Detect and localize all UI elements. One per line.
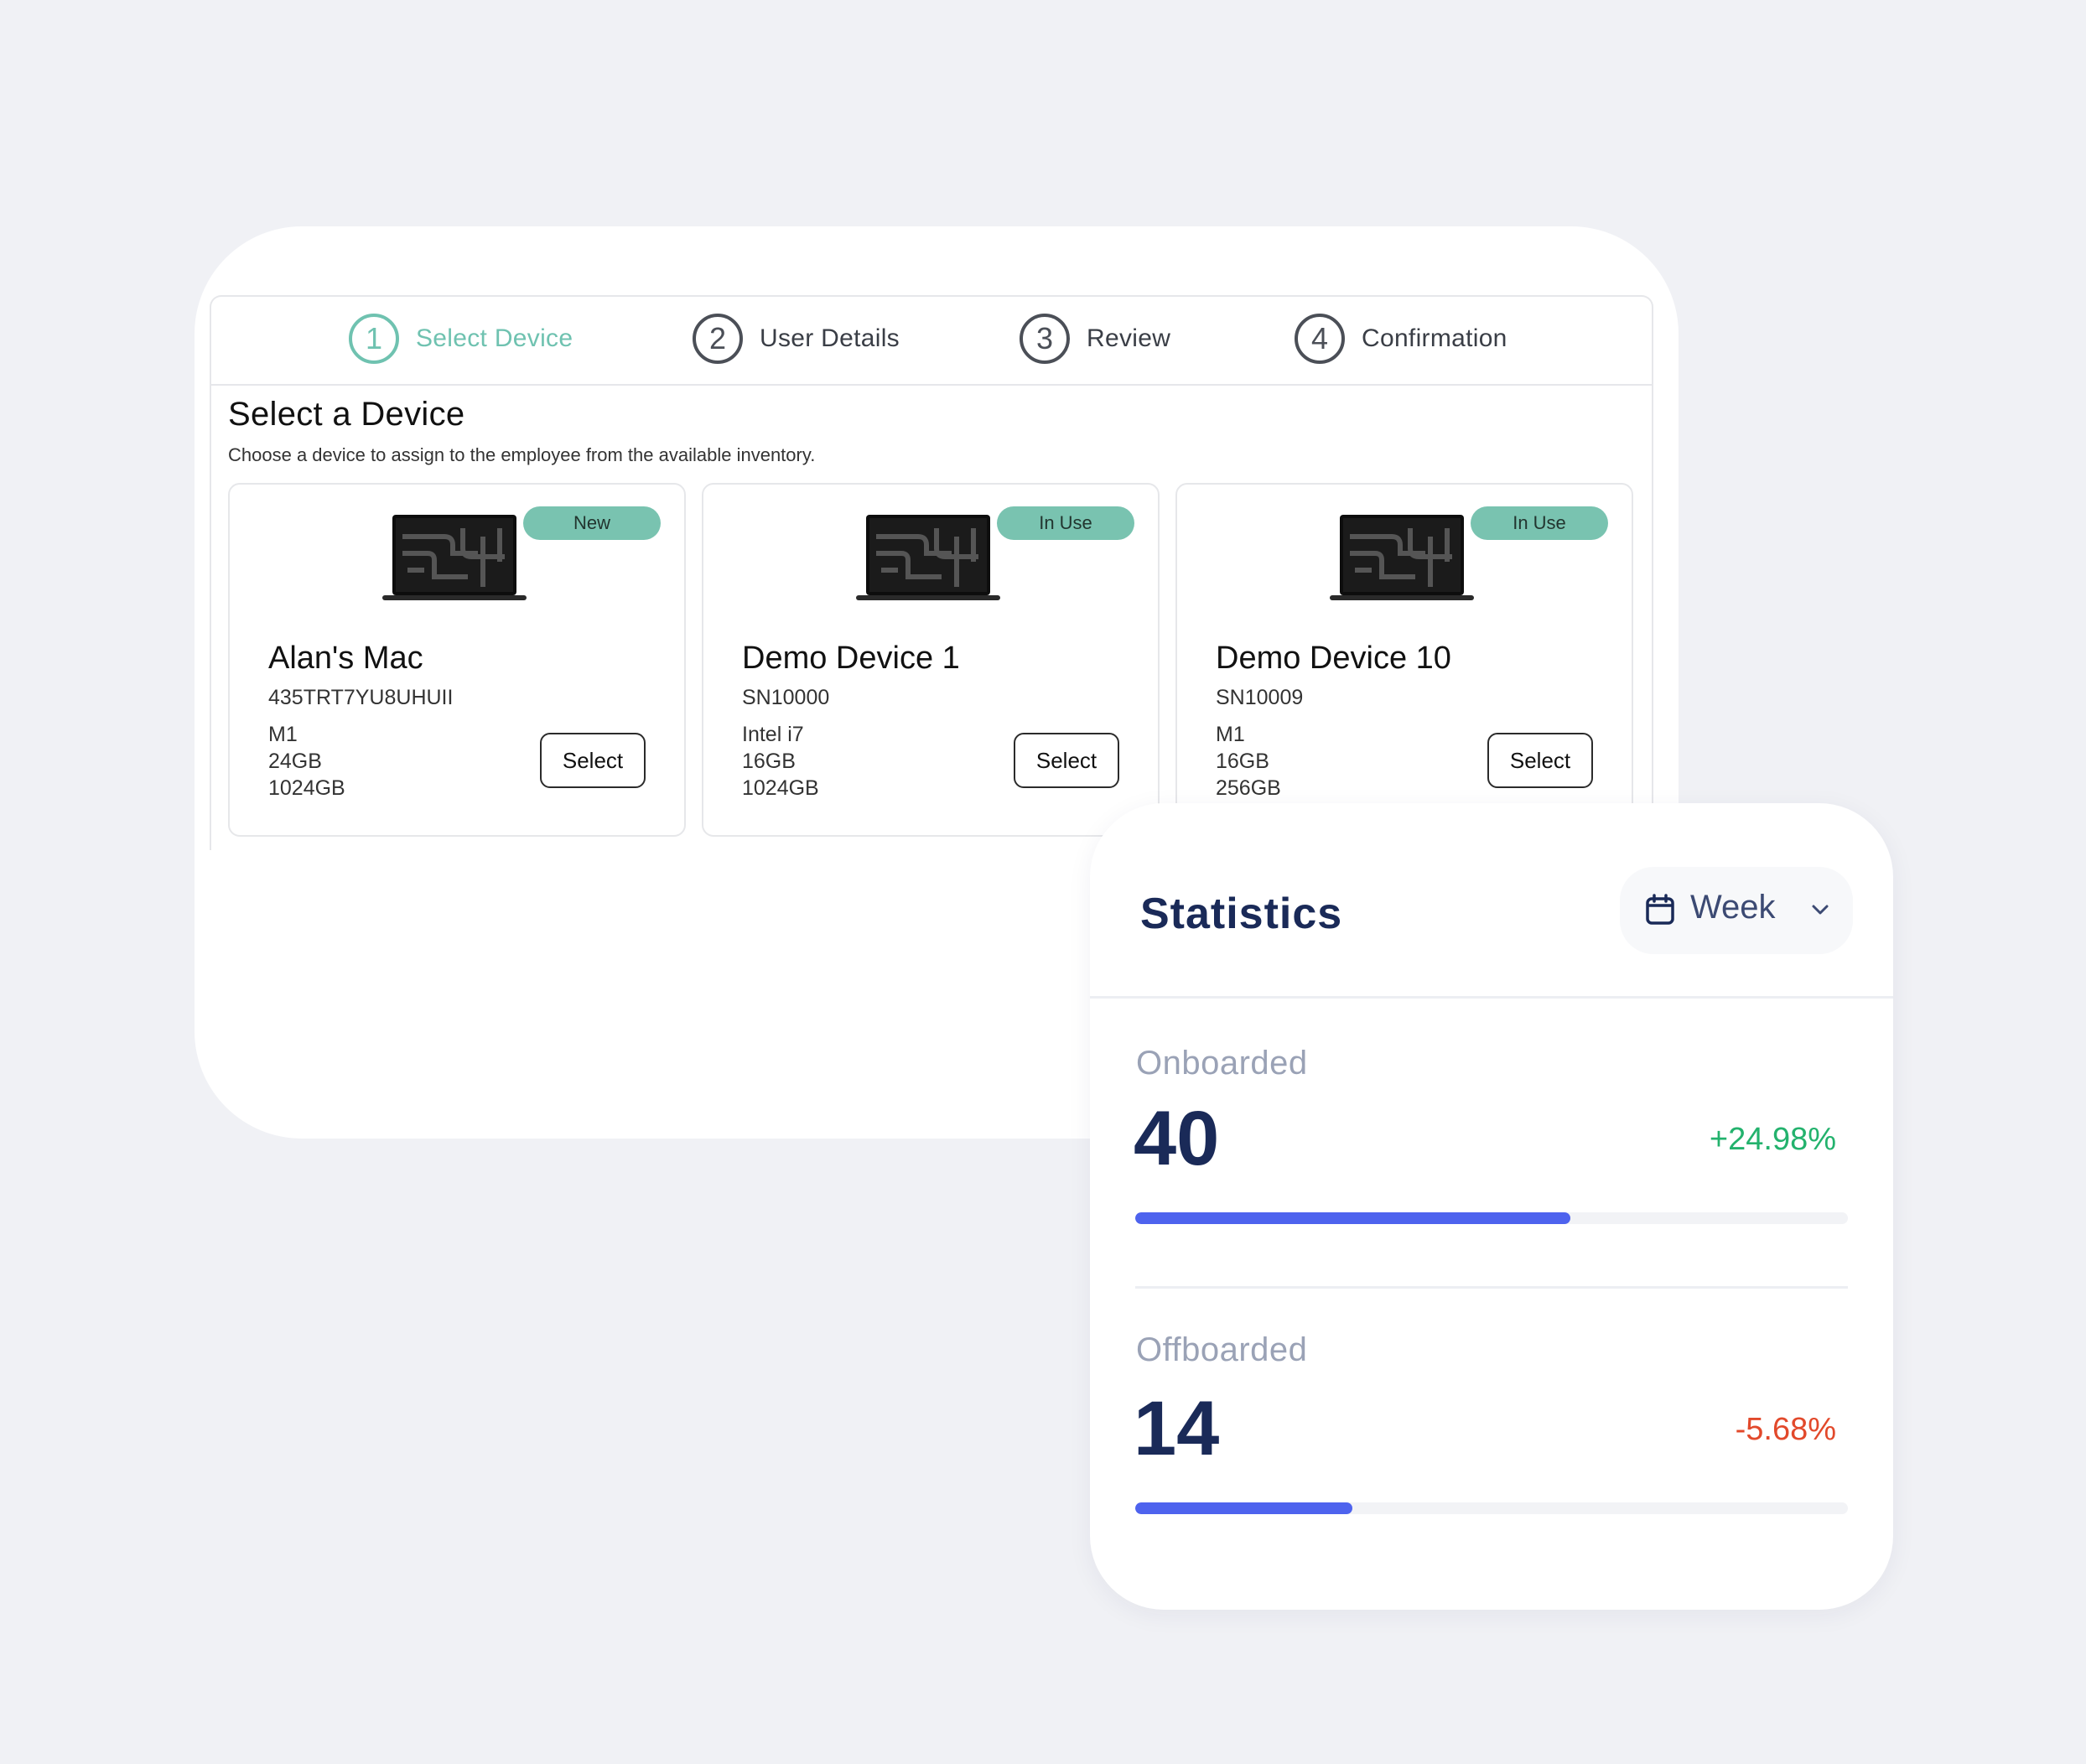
device-specs: M1 24GB 1024GB: [268, 721, 345, 802]
section-title: Select a Device: [228, 396, 465, 433]
period-dropdown[interactable]: Week: [1620, 867, 1853, 954]
device-name: Demo Device 1: [742, 641, 960, 676]
device-ram: 24GB: [268, 750, 322, 773]
status-badge: New: [523, 506, 661, 540]
progress-track-offboarded: [1135, 1502, 1848, 1514]
device-ram: 16GB: [1216, 750, 1269, 773]
device-cpu: M1: [268, 723, 298, 746]
status-badge: In Use: [1471, 506, 1608, 540]
laptop-icon: [856, 515, 1000, 600]
device-serial: SN10009: [1216, 686, 1304, 709]
metric-label-onboarded: Onboarded: [1136, 1045, 1308, 1082]
metric-divider: [1135, 1286, 1848, 1289]
step-label: Review: [1087, 324, 1171, 352]
step-number: 3: [1020, 314, 1070, 364]
device-wizard-panel: 1 Select Device 2 User Details 3 Review …: [210, 295, 1653, 850]
metric-delta-onboarded: +24.98%: [1709, 1122, 1836, 1157]
metric-value-onboarded: 40: [1134, 1096, 1220, 1181]
statistics-card: Statistics Week Onboarded 40 +24.98% Off…: [1090, 803, 1893, 1610]
chevron-down-icon: [1812, 905, 1829, 915]
device-cpu: Intel i7: [742, 723, 804, 746]
section-subtitle: Choose a device to assign to the employe…: [228, 444, 816, 465]
device-cpu: M1: [1216, 723, 1245, 746]
metric-value-offboarded: 14: [1134, 1386, 1220, 1471]
step-number: 4: [1295, 314, 1345, 364]
status-badge: In Use: [997, 506, 1134, 540]
step-user-details[interactable]: 2 User Details: [693, 314, 900, 364]
step-number: 1: [349, 314, 399, 364]
device-card[interactable]: In Use Demo Device 1 SN10000 Intel i7 16…: [702, 483, 1160, 837]
select-button[interactable]: Select: [1014, 733, 1119, 788]
step-select-device[interactable]: 1 Select Device: [349, 314, 573, 364]
laptop-icon: [382, 515, 527, 600]
device-serial: SN10000: [742, 686, 830, 709]
progress-track-onboarded: [1135, 1212, 1848, 1224]
period-label: Week: [1690, 889, 1776, 926]
calendar-icon: [1646, 894, 1674, 925]
statistics-title: Statistics: [1140, 890, 1343, 938]
device-storage: 256GB: [1216, 776, 1281, 800]
device-storage: 1024GB: [268, 776, 345, 800]
progress-fill-offboarded: [1135, 1502, 1353, 1514]
step-confirmation[interactable]: 4 Confirmation: [1295, 314, 1507, 364]
metric-delta-offboarded: -5.68%: [1735, 1412, 1836, 1447]
device-storage: 1024GB: [742, 776, 819, 800]
select-button[interactable]: Select: [1487, 733, 1593, 788]
step-label: User Details: [760, 324, 900, 352]
step-number: 2: [693, 314, 743, 364]
device-name: Demo Device 10: [1216, 641, 1451, 676]
metric-label-offboarded: Offboarded: [1136, 1331, 1308, 1368]
select-button[interactable]: Select: [540, 733, 646, 788]
device-card[interactable]: New Alan's Mac 435TRT7YU8UHUII M1 24GB 1…: [228, 483, 686, 837]
device-serial: 435TRT7YU8UHUII: [268, 686, 454, 709]
wizard-stepper: 1 Select Device 2 User Details 3 Review …: [211, 297, 1652, 386]
device-ram: 16GB: [742, 750, 796, 773]
header-divider: [1090, 996, 1893, 999]
step-label: Confirmation: [1362, 324, 1507, 352]
device-name: Alan's Mac: [268, 641, 423, 676]
progress-fill-onboarded: [1135, 1212, 1570, 1224]
device-specs: M1 16GB 256GB: [1216, 721, 1281, 802]
laptop-icon: [1330, 515, 1474, 600]
step-review[interactable]: 3 Review: [1020, 314, 1170, 364]
step-label: Select Device: [416, 324, 573, 352]
device-card[interactable]: In Use Demo Device 10 SN10009 M1 16GB 25…: [1175, 483, 1633, 837]
device-specs: Intel i7 16GB 1024GB: [742, 721, 819, 802]
